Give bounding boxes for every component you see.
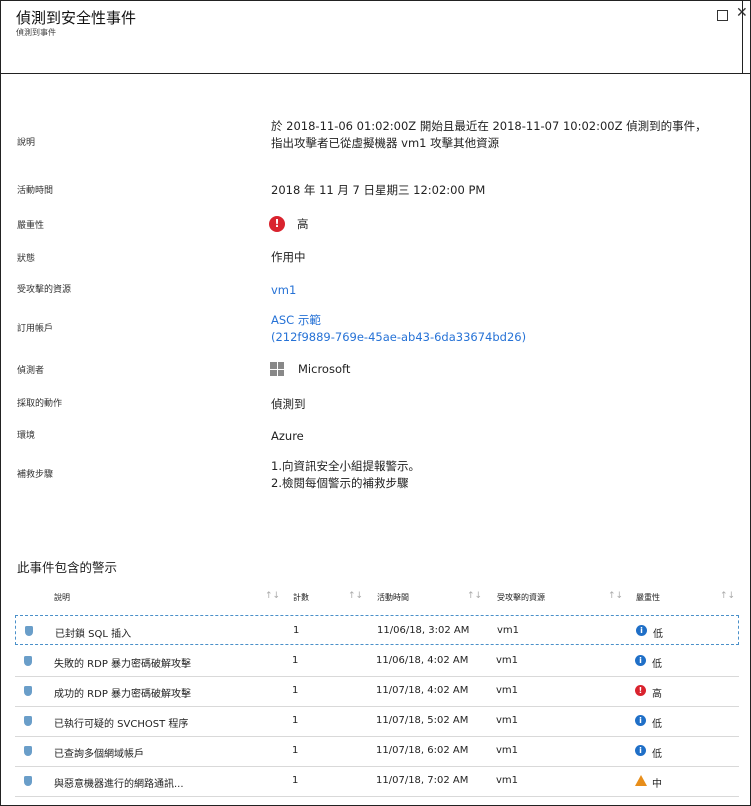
alert-description: 已查詢多個網域帳戶 [54,749,144,760]
alert-severity: 低 [653,629,663,640]
alert-time: 11/07/18, 4:02 AM [376,685,469,696]
alert-count: 1 [292,655,299,666]
action-taken-value: 偵測到 [271,397,306,411]
alert-time: 11/06/18, 3:02 AM [377,625,470,636]
subscription-label: 訂用帳戶 [17,324,54,334]
error-icon: ! [635,685,646,696]
shield-icon [24,776,32,786]
alert-resource: vm1 [496,685,519,696]
table-row[interactable]: 已查詢多個網域帳戶 1 11/07/18, 6:02 AM vm1 i 低 [15,736,739,767]
blade-header: 偵測到安全性事件 偵測到事件 ✕ [1,1,750,49]
alert-count: 1 [292,715,299,726]
environment-label: 環境 [17,431,36,441]
remediation-label: 補救步驟 [17,470,54,480]
remediation-step-1: 1.向資訊安全小組提報警示。 [271,459,420,473]
state-label: 狀態 [17,254,36,264]
description-label: 說明 [17,138,36,148]
alert-time: 11/07/18, 6:02 AM [376,745,469,756]
alert-resource: vm1 [496,775,519,786]
alert-description: 已封鎖 SQL 插入 [55,629,132,640]
shield-icon [25,626,33,636]
windows-logo-icon [270,362,284,376]
column-header-count[interactable]: 計數 [293,592,309,603]
alert-description: 與惡意機器進行的網路通訊... [54,779,184,790]
header-divider-vertical [742,1,743,73]
header-divider [1,73,750,74]
error-icon: ! [269,216,285,232]
shield-icon [24,746,32,756]
attacked-resource-label: 受攻擊的資源 [17,285,72,295]
column-header-attacked-resource[interactable]: 受攻擊的資源 [497,592,545,603]
alert-resource: vm1 [496,745,519,756]
remediation-step-2: 2.檢閱每個警示的補救步驟 [271,476,409,490]
sort-icon[interactable]: ↑↓ [265,591,280,601]
action-taken-label: 採取的動作 [17,399,63,409]
alert-description: 成功的 RDP 暴力密碼破解攻擊 [54,689,192,700]
sort-icon[interactable]: ↑↓ [608,591,623,601]
alert-resource: vm1 [496,715,519,726]
alert-count: 1 [292,745,299,756]
info-icon: i [635,745,646,756]
alert-count: 1 [292,685,299,696]
page-title: 偵測到安全性事件 [16,9,137,27]
alert-description: 失敗的 RDP 暴力密碼破解攻擊 [54,659,192,670]
table-row[interactable]: 已執行可疑的 SVCHOST 程序 1 11/07/18, 5:02 AM vm… [15,706,739,737]
page-subtitle: 偵測到事件 [16,28,56,37]
alert-time: 11/06/18, 4:02 AM [376,655,469,666]
info-icon: i [635,655,646,666]
subscription-name-link[interactable]: ASC 示範 [271,312,321,329]
shield-icon [24,656,32,666]
severity-value: 高 [297,217,309,231]
alert-resource: vm1 [496,655,519,666]
table-row[interactable]: 成功的 RDP 暴力密碼破解攻擊 1 11/07/18, 4:02 AM vm1… [15,676,739,707]
warning-icon [635,775,647,786]
sort-icon[interactable]: ↑↓ [467,591,482,601]
alert-description: 已執行可疑的 SVCHOST 程序 [54,719,189,730]
alert-time: 11/07/18, 5:02 AM [376,715,469,726]
alert-severity: 中 [652,779,662,790]
alert-severity: 低 [652,749,662,760]
activity-time-label: 活動時間 [17,186,54,196]
sort-icon[interactable]: ↑↓ [720,591,735,601]
severity-label: 嚴重性 [17,221,45,231]
detected-by-value: Microsoft [298,362,351,376]
alerts-section-title: 此事件包含的警示 [17,560,118,575]
table-row[interactable]: 與惡意機器進行的網路通訊... 1 11/07/18, 7:02 AM vm1 … [15,766,739,797]
alert-time: 11/07/18, 7:02 AM [376,775,469,786]
table-row[interactable]: 已封鎖 SQL 插入 1 11/06/18, 3:02 AM vm1 i 低 [15,615,739,645]
sort-icon[interactable]: ↑↓ [348,591,363,601]
attacked-resource-link[interactable]: vm1 [271,282,296,299]
description-line-2: 指出攻擊者已從虛擬機器 vm1 攻擊其他資源 [271,136,500,150]
alert-count: 1 [292,775,299,786]
shield-icon [24,716,32,726]
alert-count: 1 [293,625,300,636]
alert-resource: vm1 [497,625,520,636]
column-header-activity-time[interactable]: 活動時間 [377,592,409,603]
subscription-id-link[interactable]: (212f9889-769e-45ae-ab43-6da33674bd26) [271,329,526,346]
column-header-description[interactable]: 說明 [54,592,70,603]
shield-icon [24,686,32,696]
description-line-1: 於 2018-11-06 01:02:00Z 開始且最近在 2018-11-07… [271,119,707,133]
column-header-severity[interactable]: 嚴重性 [636,592,660,603]
info-icon: i [636,625,647,636]
info-icon: i [635,715,646,726]
maximize-button[interactable] [717,10,728,21]
incident-blade: 偵測到安全性事件 偵測到事件 ✕ 說明 於 2018-11-06 01:02:0… [0,0,751,806]
detected-by-label: 偵測者 [17,366,45,376]
alert-severity: 低 [652,719,662,730]
environment-value: Azure [271,429,304,443]
state-value: 作用中 [271,250,306,264]
table-row[interactable]: 失敗的 RDP 暴力密碼破解攻擊 1 11/06/18, 4:02 AM vm1… [15,646,739,677]
alert-severity: 高 [652,689,662,700]
activity-time-value: 2018 年 11 月 7 日星期三 12:02:00 PM [271,183,486,197]
alert-severity: 低 [652,659,662,670]
